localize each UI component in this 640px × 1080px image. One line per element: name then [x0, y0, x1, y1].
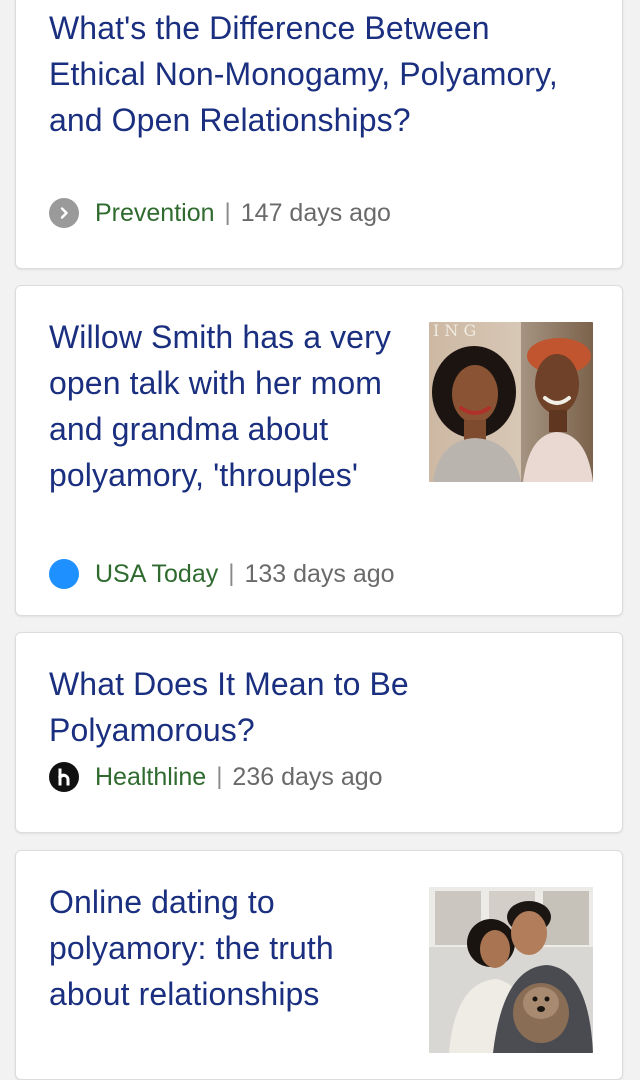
article-meta: USA Today | 133 days ago — [49, 558, 395, 590]
article-card[interactable]: Online dating to polyamory: the truth ab… — [15, 850, 623, 1080]
article-card[interactable]: What's the Difference Between Ethical No… — [15, 0, 623, 269]
article-thumbnail[interactable] — [429, 887, 593, 1053]
source-link[interactable]: Prevention — [95, 199, 215, 228]
separator: | — [224, 199, 231, 226]
article-meta: Healthline | 236 days ago — [49, 761, 383, 793]
article-meta: Prevention | 147 days ago — [49, 197, 391, 229]
usa-today-dot-icon — [49, 559, 79, 589]
article-thumbnail[interactable]: I N G — [429, 322, 593, 482]
photo-two-women: I N G — [429, 322, 593, 482]
article-headline[interactable]: Online dating to polyamory: the truth ab… — [49, 879, 394, 1017]
article-card[interactable]: What Does It Mean to Be Polyamorous? Hea… — [15, 632, 623, 833]
article-card[interactable]: Willow Smith has a very open talk with h… — [15, 285, 623, 616]
timestamp: 133 days ago — [244, 559, 395, 588]
photo-couple-with-dog — [429, 887, 593, 1053]
article-headline[interactable]: Willow Smith has a very open talk with h… — [49, 314, 404, 498]
separator: | — [216, 763, 223, 790]
svg-text:I N G: I N G — [433, 322, 476, 340]
article-headline[interactable]: What Does It Mean to Be Polyamorous? — [49, 661, 569, 753]
healthline-logo-icon — [49, 762, 79, 792]
source-link[interactable]: Healthline — [95, 763, 206, 792]
timestamp: 236 days ago — [232, 762, 383, 791]
timestamp: 147 days ago — [240, 198, 391, 227]
chevron-right-icon — [49, 198, 79, 228]
article-headline[interactable]: What's the Difference Between Ethical No… — [49, 5, 569, 143]
separator: | — [228, 560, 235, 587]
source-link[interactable]: USA Today — [95, 560, 218, 589]
